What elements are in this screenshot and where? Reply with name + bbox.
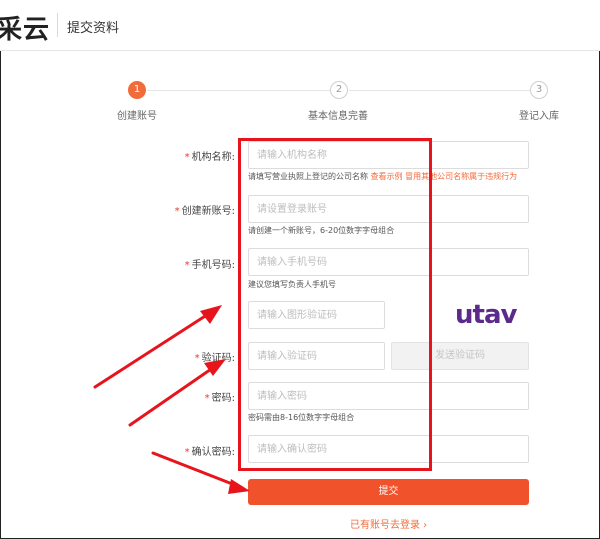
password-input[interactable] (248, 382, 529, 410)
required-mark: * (184, 152, 190, 163)
step-3-indicator: 3 (530, 81, 548, 99)
org-name-hint: 请填写营业执照上登记的公司名称 查看示例 冒用其他公司名称属于违规行为 (248, 172, 518, 181)
account-hint: 请创建一个新账号，6-20位数字字母组合 (248, 226, 395, 235)
phone-label: * 手机号码: (184, 260, 235, 271)
required-mark: * (184, 447, 190, 458)
phone-input[interactable] (248, 248, 529, 276)
phone-hint: 建议您填写负责人手机号 (248, 280, 336, 289)
step-1-label: 创建账号 (117, 111, 157, 122)
required-mark: * (194, 353, 200, 364)
header-divider (57, 13, 58, 37)
org-name-input[interactable] (248, 141, 529, 169)
account-label: * 创建新账号: (174, 206, 235, 217)
required-mark: * (204, 393, 210, 404)
step-2-indicator: 2 (330, 81, 348, 99)
captcha-image[interactable]: utav (455, 300, 517, 330)
org-name-label: * 机构名称: (184, 152, 235, 163)
required-mark: * (184, 260, 190, 271)
step-2-label: 基本信息完善 (308, 111, 368, 122)
submit-button[interactable]: 提交 (248, 479, 529, 505)
login-link[interactable]: 已有账号去登录 › (350, 516, 427, 531)
code-label: * 验证码: (194, 353, 235, 364)
content-area (1, 52, 599, 538)
page-title: 提交资料 (67, 21, 120, 36)
confirm-password-label: * 确认密码: (184, 447, 235, 458)
code-input[interactable] (248, 342, 385, 370)
header: 采云 提交资料 (0, 0, 600, 51)
required-mark: * (174, 206, 180, 217)
impersonation-warning: 冒用其他公司名称属于违规行为 (405, 172, 518, 181)
step-1-indicator: 1 (128, 81, 146, 99)
step-3-label: 登记入库 (519, 111, 559, 122)
account-input[interactable] (248, 195, 529, 223)
step-connector-2 (349, 90, 530, 91)
step-connector-1 (147, 90, 330, 91)
send-code-button[interactable]: 发送验证码 (391, 342, 529, 370)
captcha-input[interactable] (248, 301, 385, 329)
password-label: * 密码: (204, 393, 235, 404)
password-hint: 密码需由8-16位数字字母组合 (248, 413, 355, 422)
view-example-link[interactable]: 查看示例 (371, 172, 403, 181)
confirm-password-input[interactable] (248, 435, 529, 463)
logo: 采云 (0, 15, 51, 45)
